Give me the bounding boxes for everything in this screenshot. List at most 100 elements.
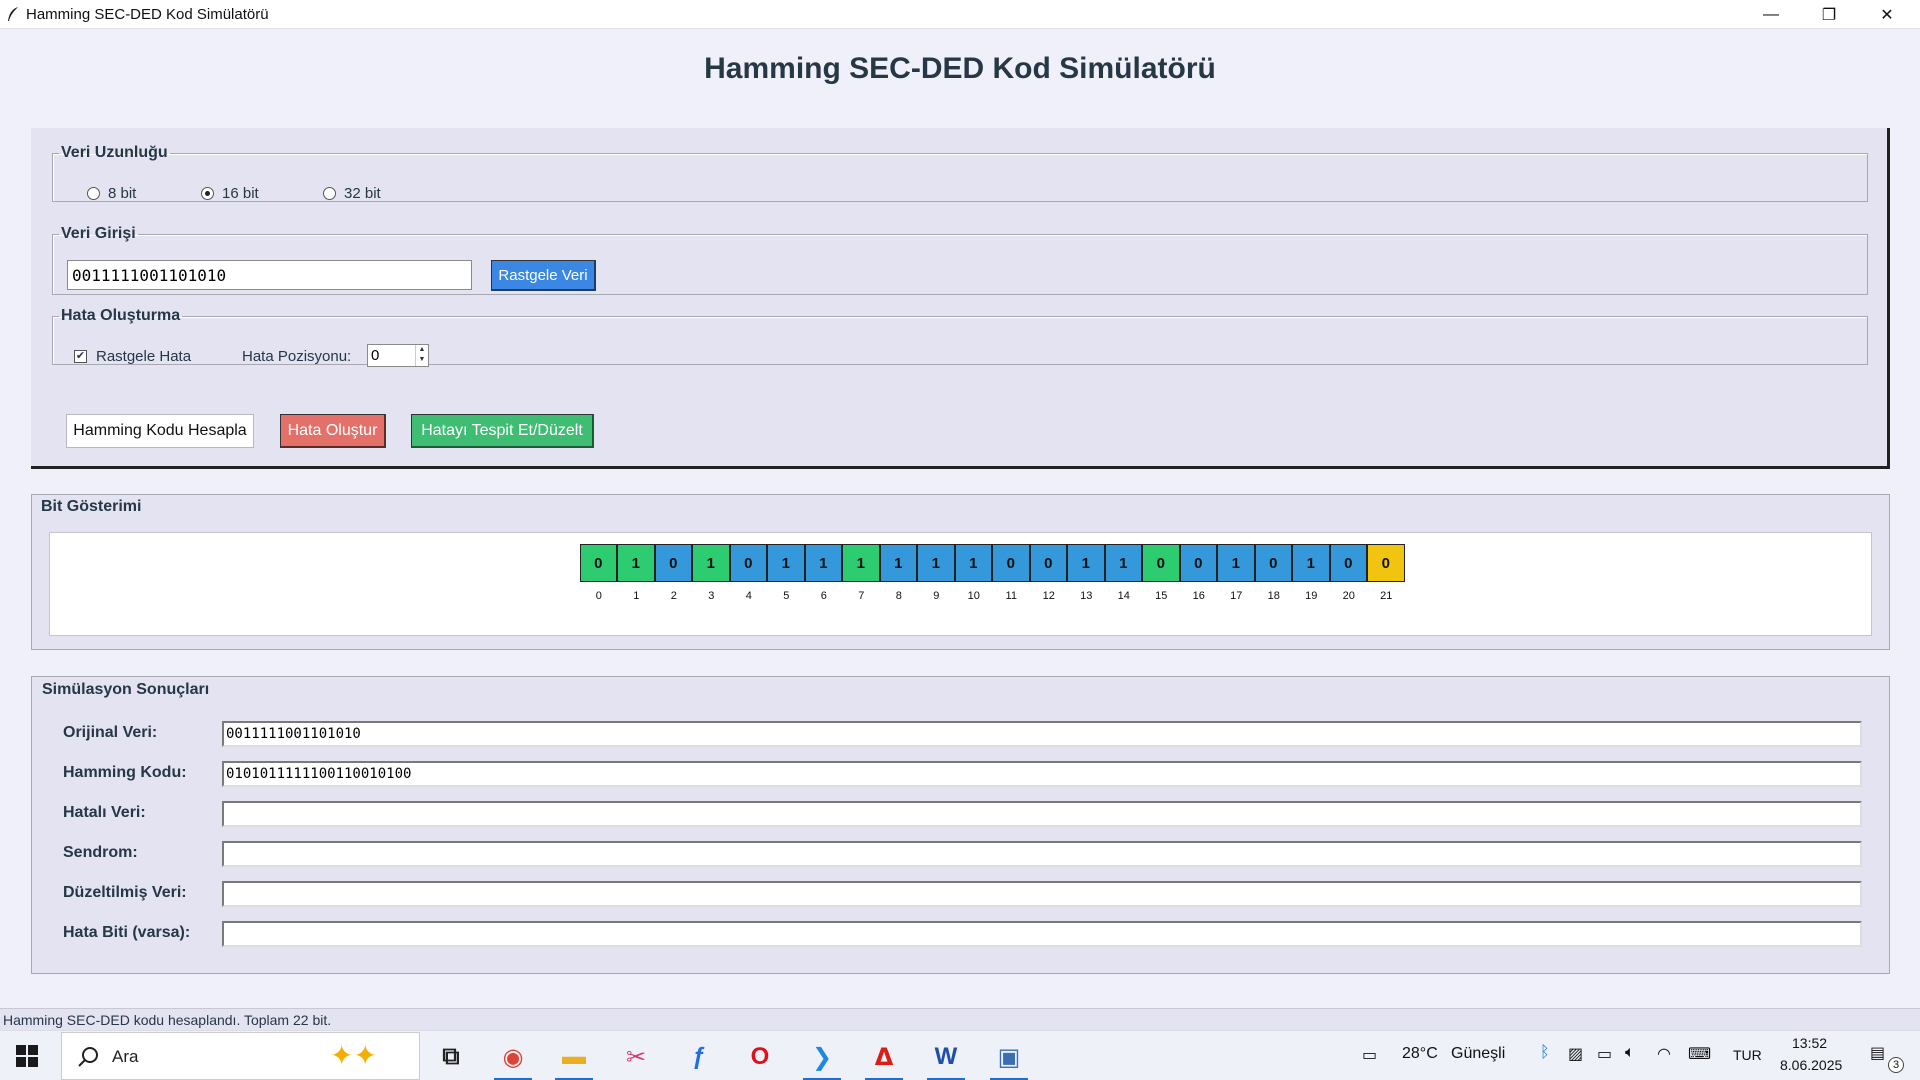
notification-icon[interactable]: ▤ bbox=[1870, 1043, 1885, 1063]
bit-box: 1 bbox=[617, 544, 655, 582]
windows-start-icon[interactable] bbox=[16, 1045, 38, 1067]
wifi-icon[interactable]: ◠ bbox=[1657, 1044, 1671, 1064]
bit-cell: 0 21 bbox=[1367, 544, 1406, 602]
error-position-spinbox[interactable]: 0 ▲ ▼ bbox=[367, 344, 429, 367]
bit-box: 0 bbox=[1029, 544, 1067, 582]
data-length-group: Veri Uzunluğu 8 bit 16 bit 32 bit bbox=[52, 144, 1868, 202]
bit-box: 0 bbox=[1179, 544, 1217, 582]
bit-cell: 1 19 bbox=[1292, 544, 1331, 602]
bit-display-panel: Bit Gösterimi 0 0 1 1 0 2 1 3 0 4 1 5 1 6 1 7 1 8 1 9 1 10 0 11… bbox=[31, 494, 1890, 650]
radio-label: 16 bit bbox=[222, 185, 259, 202]
radio-indicator bbox=[201, 187, 214, 200]
bit-row: 0 0 1 1 0 2 1 3 0 4 1 5 1 6 1 7 1 8 1 9 1 10 0 11 0 12 1 13 1 14 0 15 0 1… bbox=[579, 544, 1406, 602]
error-position-label: Hata Pozisyonu: bbox=[242, 348, 352, 365]
radio-32-bit[interactable]: 32 bit bbox=[323, 185, 381, 202]
bit-box: 1 bbox=[804, 544, 842, 582]
word-icon[interactable]: W bbox=[923, 1037, 969, 1080]
taskbar-search[interactable]: Ara ✦✦ bbox=[61, 1032, 420, 1080]
volume-icon[interactable]: 🔈︎ bbox=[1625, 1044, 1635, 1062]
status-bar: Hamming SEC-DED kodu hesaplandı. Toplam … bbox=[0, 1008, 1920, 1030]
data-length-legend: Veri Uzunluğu bbox=[61, 144, 168, 161]
bit-cell: 0 16 bbox=[1179, 544, 1218, 602]
battery-icon[interactable]: ▭ bbox=[1597, 1044, 1612, 1064]
bit-display-title: Bit Gösterimi bbox=[39, 498, 144, 516]
keyboard-icon[interactable]: ⌨ bbox=[1688, 1044, 1711, 1064]
security-icon[interactable]: ▨ bbox=[1568, 1044, 1583, 1064]
radio-indicator bbox=[323, 187, 336, 200]
corrected-data-field[interactable] bbox=[222, 881, 1862, 907]
snipping-tool-icon[interactable]: ✂ bbox=[613, 1037, 659, 1077]
radio-16-bit[interactable]: 16 bit bbox=[201, 185, 259, 202]
opera-icon[interactable]: O bbox=[737, 1037, 783, 1077]
original-data-field[interactable]: 0011111001101010 bbox=[222, 721, 1862, 747]
language-indicator[interactable]: TUR bbox=[1733, 1047, 1762, 1063]
weather-temp[interactable]: 28°C bbox=[1402, 1045, 1438, 1063]
inject-error-button[interactable]: Hata Oluştur bbox=[280, 414, 386, 448]
weather-desc[interactable]: Güneşli bbox=[1451, 1045, 1505, 1063]
syndrome-field[interactable] bbox=[222, 841, 1862, 867]
acrobat-icon[interactable]: ᐃ bbox=[861, 1037, 907, 1080]
bit-index-label: 15 bbox=[1155, 590, 1168, 602]
bit-index-label: 17 bbox=[1230, 590, 1243, 602]
spin-arrows-icon[interactable]: ▲ ▼ bbox=[415, 345, 428, 366]
bit-box: 1 bbox=[1217, 544, 1255, 582]
bit-box: 0 bbox=[1329, 544, 1367, 582]
radio-8-bit[interactable]: 8 bit bbox=[87, 185, 136, 202]
bit-box: 1 bbox=[1104, 544, 1142, 582]
bit-index-label: 9 bbox=[933, 590, 940, 602]
error-bit-field[interactable] bbox=[222, 921, 1862, 947]
fastapp-icon[interactable]: ƒ bbox=[676, 1037, 722, 1077]
task-view-icon[interactable]: ⧉ bbox=[428, 1037, 474, 1077]
erroneous-data-field[interactable] bbox=[222, 801, 1862, 827]
erroneous-data-label: Hatalı Veri: bbox=[63, 804, 146, 821]
bit-index-label: 4 bbox=[745, 590, 752, 602]
bit-cell: 1 13 bbox=[1067, 544, 1106, 602]
bit-index-label: 1 bbox=[633, 590, 640, 602]
random-data-button[interactable]: Rastgele Veri bbox=[491, 260, 596, 291]
hamming-code-label: Hamming Kodu: bbox=[63, 764, 187, 781]
data-input-field[interactable]: 0011111001101010 bbox=[67, 260, 472, 290]
bit-index-label: 10 bbox=[967, 590, 980, 602]
bit-cell: 11 bbox=[617, 544, 656, 602]
bit-box: 1 bbox=[692, 544, 730, 582]
bit-box: 0 bbox=[1254, 544, 1292, 582]
random-error-checkbox[interactable]: ✔ Rastgele Hata bbox=[74, 348, 191, 365]
bit-box: 1 bbox=[954, 544, 992, 582]
vscode-icon[interactable]: ❯ bbox=[799, 1037, 845, 1080]
bluetooth-icon[interactable]: ᛒ bbox=[1540, 1044, 1550, 1062]
compute-hamming-button[interactable]: Hamming Kodu Hesapla bbox=[66, 414, 254, 448]
bit-cell: 0 15 bbox=[1142, 544, 1181, 602]
clock-date[interactable]: 8.06.2025 bbox=[1780, 1057, 1842, 1073]
bit-cell: 15 bbox=[767, 544, 806, 602]
chrome-icon[interactable]: ◉ bbox=[490, 1037, 536, 1080]
search-placeholder: Ara bbox=[112, 1047, 139, 1066]
bit-box: 1 bbox=[917, 544, 955, 582]
python-app-icon[interactable]: ▣ bbox=[986, 1037, 1032, 1080]
checkbox-indicator: ✔ bbox=[74, 350, 87, 363]
copilot-sparkle-icon: ✦✦ bbox=[330, 1040, 377, 1071]
data-input-legend: Veri Girişi bbox=[61, 225, 136, 242]
bit-index-label: 2 bbox=[670, 590, 677, 602]
radio-label: 32 bit bbox=[344, 185, 381, 202]
minimize-button[interactable]: — bbox=[1742, 0, 1800, 29]
weather-icon[interactable]: ▭ bbox=[1362, 1045, 1377, 1065]
bit-index-label: 5 bbox=[783, 590, 790, 602]
original-data-label: Orijinal Veri: bbox=[63, 724, 158, 741]
error-creation-group: Hata Oluşturma ✔ Rastgele Hata Hata Pozi… bbox=[52, 307, 1868, 367]
bit-cell: 19 bbox=[917, 544, 956, 602]
detect-correct-button[interactable]: Hatayı Tespit Et/Düzelt bbox=[411, 414, 594, 448]
taskbar: Ara ✦✦ ⧉ ◉ ▬ ✂ ƒ O ❯ ᐃ W ▣ ▭ 28°C Güneşl… bbox=[0, 1030, 1920, 1080]
clock-time[interactable]: 13:52 bbox=[1792, 1035, 1827, 1051]
hamming-code-field[interactable]: 0101011111100110010100 bbox=[222, 761, 1862, 787]
file-explorer-icon[interactable]: ▬ bbox=[551, 1037, 597, 1080]
bit-cell: 02 bbox=[654, 544, 693, 602]
close-button[interactable]: ✕ bbox=[1858, 0, 1916, 29]
bit-box: 0 bbox=[729, 544, 767, 582]
bit-box: 0 bbox=[654, 544, 692, 582]
corrected-data-label: Düzeltilmiş Veri: bbox=[63, 884, 187, 901]
bit-cell: 00 bbox=[579, 544, 618, 602]
bit-index-label: 6 bbox=[820, 590, 827, 602]
notification-count[interactable]: 3 bbox=[1888, 1057, 1904, 1073]
bit-box: 0 bbox=[992, 544, 1030, 582]
maximize-button[interactable]: ❐ bbox=[1800, 0, 1858, 29]
